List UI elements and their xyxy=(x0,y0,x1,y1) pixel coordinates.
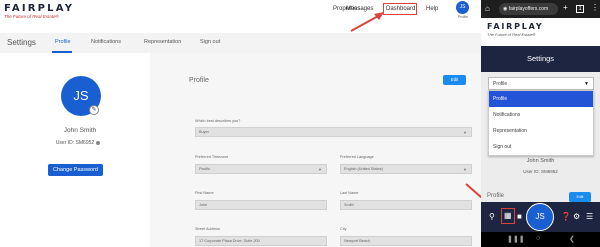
tab-representation[interactable]: Representation xyxy=(144,39,181,45)
describes-value: Buyer xyxy=(199,130,209,134)
hamburger-menu-icon[interactable]: ☰ xyxy=(586,212,593,221)
lock-icon: ◉ xyxy=(503,6,508,12)
profile-heading: Profile xyxy=(189,77,209,84)
browser-bar: ⌂ ◉ fairplayoffers.com + 1 ⋮ xyxy=(481,0,600,18)
home-button-icon[interactable]: ○ xyxy=(536,235,540,242)
mobile-user-name: John Smith xyxy=(526,158,555,164)
info-icon[interactable] xyxy=(96,140,101,145)
last-name-field[interactable]: Smith xyxy=(340,200,472,210)
messages-icon[interactable]: ■ xyxy=(517,212,522,221)
nav-help[interactable]: Help xyxy=(426,6,438,12)
gear-icon[interactable]: ⚙ xyxy=(573,212,580,221)
city-label: City xyxy=(340,227,347,231)
settings-title: Settings xyxy=(7,38,36,47)
chevron-down-icon: ▼ xyxy=(463,130,467,135)
user-id: User ID: SM6952 xyxy=(55,140,95,146)
dashboard-grid-icon[interactable]: ▦ xyxy=(504,211,512,220)
new-tab-icon[interactable]: + xyxy=(563,3,568,12)
mobile-logo[interactable]: FAIRPLAY xyxy=(487,22,543,31)
mobile-user-id: User ID: SM6952 xyxy=(523,169,558,174)
home-icon[interactable]: ⌂ xyxy=(485,4,490,13)
android-system-nav: ❚❚❚ ○ ❮ xyxy=(481,232,600,247)
user-summary-panel: JS ✎ John Smith User ID: SM6952 Change P… xyxy=(0,53,150,247)
first-name-label: First Name xyxy=(195,191,214,195)
mobile-header: FAIRPLAY The Future of Real Estate® Sett… xyxy=(481,18,600,72)
tab-profile[interactable]: Profile xyxy=(55,39,71,45)
profile-form-panel: Profile Edit Which best describes you? B… xyxy=(150,53,481,247)
tab-sign-out[interactable]: Sign out xyxy=(200,39,220,45)
chevron-down-icon: ▼ xyxy=(318,167,322,172)
mobile-bottom-nav: ⚲ ▦ ■ JS ❓ ⚙ ☰ xyxy=(481,202,600,232)
menu-item-sign-out[interactable]: Sign out xyxy=(489,139,593,155)
desktop-view: FAIRPLAY The Future of Real Estate® Prop… xyxy=(0,0,481,247)
mobile-settings-select[interactable]: Profile ▼ xyxy=(488,77,594,90)
back-icon[interactable]: ❮ xyxy=(569,235,575,243)
nav-messages-label[interactable]: Messages xyxy=(346,6,373,12)
timezone-select[interactable]: Pacific ▼ xyxy=(195,164,327,174)
street-field[interactable]: 17 Corporate Plaza Drive, Suite 200 xyxy=(195,236,327,246)
change-password-button[interactable]: Change Password xyxy=(48,164,103,176)
mobile-profile-avatar[interactable]: JS xyxy=(526,203,554,231)
edit-button[interactable]: Edit xyxy=(443,75,466,85)
mobile-logo-tagline: The Future of Real Estate® xyxy=(487,32,536,37)
describes-label: Which best describes you? xyxy=(195,119,241,123)
menu-item-notifications[interactable]: Notifications xyxy=(489,107,593,123)
dashboard-highlight-box xyxy=(383,3,417,15)
edit-avatar-pencil-icon[interactable]: ✎ xyxy=(89,105,99,115)
search-icon[interactable]: ⚲ xyxy=(489,212,495,221)
mobile-view: ⌂ ◉ fairplayoffers.com + 1 ⋮ FAIRPLAY Th… xyxy=(481,0,600,247)
language-select[interactable]: English (United States) ▼ xyxy=(340,164,472,174)
mobile-edit-button[interactable]: Edit xyxy=(569,192,591,202)
settings-tab-bar: Settings Profile Notifications Represent… xyxy=(0,33,481,53)
mobile-settings-header: Settings xyxy=(481,46,600,72)
user-name: John Smith xyxy=(63,127,97,134)
user-id-row: User ID: SM6952 xyxy=(0,140,156,146)
tab-notifications[interactable]: Notifications xyxy=(91,39,121,45)
recent-apps-icon[interactable]: ❚❚❚ xyxy=(507,235,525,243)
mobile-settings-title: Settings xyxy=(526,54,555,63)
logo-tagline: The Future of Real Estate® xyxy=(4,14,59,19)
mobile-dropdown-menu: Profile Notifications Representation Sig… xyxy=(488,90,594,156)
timezone-label: Preferred Timezone xyxy=(195,155,229,159)
profile-avatar[interactable]: JS xyxy=(456,1,469,14)
logo[interactable]: FAIRPLAY xyxy=(4,3,74,14)
chevron-down-icon: ▼ xyxy=(463,167,467,172)
timezone-value: Pacific xyxy=(199,167,211,171)
city-field[interactable]: Newport Beach xyxy=(340,236,472,246)
mobile-profile-heading: Profile xyxy=(487,193,505,199)
kebab-menu-icon[interactable]: ⋮ xyxy=(591,3,599,12)
help-icon[interactable]: ❓ xyxy=(561,212,571,221)
language-value: English (United States) xyxy=(344,167,383,171)
street-label: Street Address xyxy=(195,227,220,231)
language-label: Preferred Language xyxy=(340,155,374,159)
last-name-label: Last Name xyxy=(340,191,359,195)
describes-select[interactable]: Buyer ▼ xyxy=(195,127,472,137)
tab-count-icon[interactable]: 1 xyxy=(576,5,584,13)
mobile-select-value: Profile xyxy=(493,81,508,87)
profile-avatar-label: Profile xyxy=(458,15,468,19)
top-navbar: FAIRPLAY The Future of Real Estate® Prop… xyxy=(0,0,481,30)
url-bar[interactable]: ◉ fairplayoffers.com xyxy=(499,3,558,15)
menu-item-profile[interactable]: Profile xyxy=(489,91,593,107)
url-text: fairplayoffers.com xyxy=(508,6,549,12)
first-name-field[interactable]: John xyxy=(195,200,327,210)
menu-item-representation[interactable]: Representation xyxy=(489,123,593,139)
